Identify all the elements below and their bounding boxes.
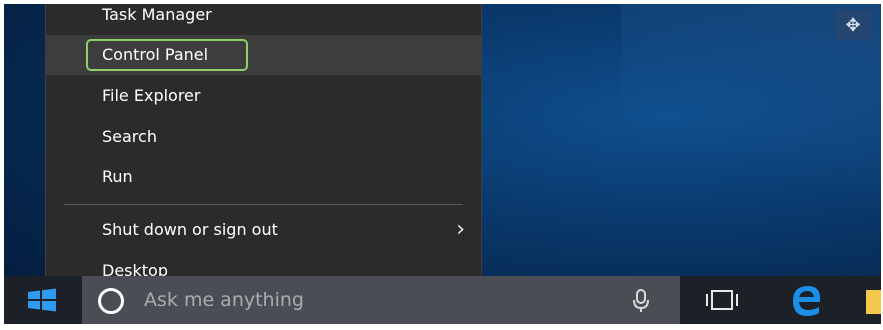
menu-item-file-explorer[interactable]: File Explorer	[46, 76, 481, 116]
menu-item-shut-down[interactable]: Shut down or sign out ›	[46, 210, 481, 250]
menu-item-label: Task Manager	[102, 5, 212, 24]
menu-item-label: Run	[102, 167, 133, 186]
start-button[interactable]	[4, 276, 82, 324]
move-icon[interactable]: ✥	[835, 10, 871, 40]
chevron-right-icon: ›	[456, 217, 465, 242]
menu-item-task-manager[interactable]: Task Manager	[46, 4, 481, 35]
desktop: ✥ Task Manager Control Panel File Explor…	[4, 4, 881, 324]
focus-ring	[86, 39, 248, 71]
menu-item-run[interactable]: Run	[46, 157, 481, 197]
menu-item-control-panel[interactable]: Control Panel	[46, 35, 481, 75]
menu-item-search[interactable]: Search	[46, 117, 481, 157]
taskbar: Ask me anything	[4, 276, 881, 324]
search-box[interactable]: Ask me anything	[82, 276, 680, 324]
menu-item-label: File Explorer	[102, 86, 201, 105]
task-view-icon[interactable]	[702, 288, 742, 312]
wallpaper-light-beam	[621, 4, 881, 264]
windows-logo-icon	[28, 288, 56, 312]
file-explorer-icon[interactable]	[866, 290, 881, 314]
edge-browser-icon[interactable]	[787, 282, 827, 318]
cortana-icon	[98, 288, 124, 314]
menu-divider	[64, 204, 463, 205]
menu-item-label: Search	[102, 127, 157, 146]
microphone-icon[interactable]	[630, 289, 652, 313]
winx-context-menu: Task Manager Control Panel File Explorer…	[45, 4, 482, 296]
menu-item-label: Shut down or sign out	[102, 220, 278, 239]
search-placeholder: Ask me anything	[144, 289, 304, 311]
